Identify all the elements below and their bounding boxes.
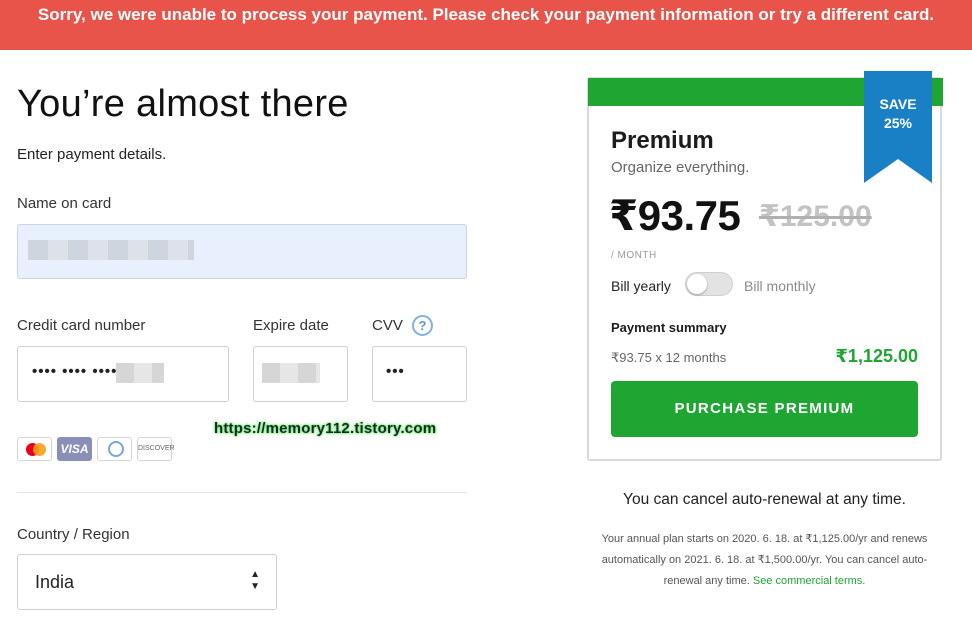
- name-on-card-input[interactable]: [17, 224, 467, 279]
- divider: [17, 492, 467, 493]
- bill-yearly-label: Bill yearly: [611, 278, 671, 294]
- price-period: / MONTH: [611, 250, 657, 261]
- plan-tagline: Organize everything.: [611, 159, 750, 176]
- plan-card: SAVE 25% Premium Organize everything. ₹9…: [587, 71, 943, 461]
- visa-icon: VISA: [57, 437, 92, 461]
- payment-error-banner: Sorry, we were unable to process your pa…: [0, 0, 972, 50]
- page-subtitle: Enter payment details.: [17, 146, 167, 163]
- toggle-knob: [687, 274, 707, 294]
- name-on-card-label: Name on card: [17, 195, 112, 212]
- card-number-masked: •••• •••• ••••: [32, 363, 118, 380]
- chevron-up-down-icon: ▲ ▼: [250, 569, 260, 592]
- expire-date-label: Expire date: [253, 317, 329, 334]
- redacted-name: [28, 240, 194, 260]
- discover-icon: DISCOVER: [137, 437, 175, 461]
- country-select-value: India: [35, 572, 75, 592]
- cvv-label: CVV: [372, 317, 403, 334]
- expire-date-input[interactable]: [253, 346, 348, 402]
- billing-toggle[interactable]: [685, 272, 733, 296]
- country-select[interactable]: India ▲ ▼: [17, 554, 277, 610]
- cvv-masked: •••: [386, 363, 405, 380]
- watermark-text: https://memory112.tistory.com: [214, 420, 437, 437]
- redacted-expire-date: [262, 363, 320, 383]
- fineprint: Your annual plan starts on 2020. 6. 18. …: [587, 529, 942, 592]
- help-icon[interactable]: ?: [412, 315, 433, 336]
- diners-icon: [97, 437, 132, 461]
- payment-summary-total: ₹1,125.00: [835, 346, 918, 366]
- card-number-label: Credit card number: [17, 317, 146, 334]
- save-label: SAVE: [879, 96, 917, 112]
- commercial-terms-link[interactable]: See commercial terms.: [753, 575, 865, 587]
- bill-monthly-label: Bill monthly: [744, 278, 816, 294]
- mastercard-icon: [17, 437, 52, 461]
- plan-name: Premium: [611, 127, 714, 154]
- save-ribbon-text: SAVE 25%: [864, 95, 932, 133]
- purchase-premium-button[interactable]: PURCHASE PREMIUM: [611, 381, 918, 437]
- cancel-note: You can cancel auto-renewal at any time.: [623, 491, 906, 508]
- plan-price: ₹93.75: [609, 192, 741, 239]
- country-label: Country / Region: [17, 526, 130, 543]
- payment-summary-title: Payment summary: [611, 320, 727, 335]
- plan-old-price: ₹125.00: [759, 200, 872, 233]
- save-percent: 25%: [883, 115, 913, 131]
- page-title: You’re almost there: [17, 83, 349, 125]
- card-number-input[interactable]: •••• •••• ••••: [17, 346, 229, 402]
- payment-summary-calc: ₹93.75 x 12 months: [611, 350, 727, 365]
- redacted-card-digits: [116, 363, 164, 383]
- cvv-input[interactable]: •••: [372, 346, 467, 402]
